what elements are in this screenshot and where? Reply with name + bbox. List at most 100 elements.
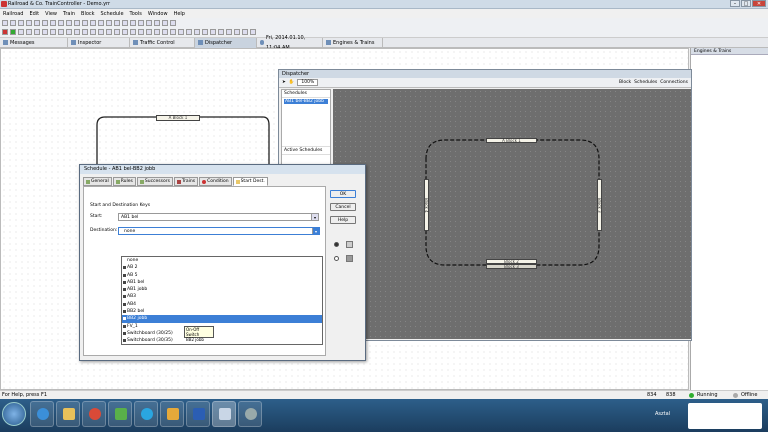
chevron-down-icon[interactable]: ▾	[311, 214, 318, 220]
tool-icon[interactable]	[10, 20, 16, 26]
chrome-icon[interactable]	[82, 401, 106, 427]
maximize-button[interactable]: □	[741, 0, 751, 7]
dropdown-option[interactable]: FV_1	[122, 323, 322, 330]
menu-tools[interactable]: Tools	[130, 11, 142, 17]
tool-icon[interactable]	[154, 20, 160, 26]
dropdown-option[interactable]: Switchboard (30/35)	[122, 337, 322, 344]
tool-icon[interactable]	[98, 29, 104, 35]
tool-icon[interactable]	[34, 29, 40, 35]
menu-schedule[interactable]: Schedule	[101, 11, 124, 17]
tool-icon[interactable]	[106, 20, 112, 26]
tool-icon[interactable]	[138, 20, 144, 26]
tool-icon[interactable]	[178, 29, 184, 35]
tool-icon[interactable]	[122, 29, 128, 35]
tool-icon[interactable]	[42, 20, 48, 26]
tool-icon[interactable]	[146, 20, 152, 26]
tool-icon[interactable]	[114, 29, 120, 35]
tool-icon[interactable]	[50, 29, 56, 35]
tool-icon[interactable]	[106, 29, 112, 35]
menu-railroad[interactable]: Railroad	[3, 11, 23, 17]
tool-icon[interactable]	[218, 29, 224, 35]
hand-icon[interactable]: ✋	[289, 80, 295, 85]
switchboard-block-a1[interactable]: A Block 1	[156, 115, 200, 121]
tab-inspector[interactable]: Inspector	[68, 37, 130, 48]
tool-icon[interactable]	[122, 20, 128, 26]
close-button[interactable]: ✕	[752, 0, 766, 7]
toolbar-block[interactable]: Block	[619, 80, 631, 85]
tool-icon[interactable]	[130, 29, 136, 35]
misc-icon[interactable]	[238, 401, 262, 427]
tool-icon[interactable]	[58, 29, 64, 35]
media-icon[interactable]	[108, 401, 132, 427]
ie-icon[interactable]	[30, 401, 54, 427]
tool-icon[interactable]	[50, 20, 56, 26]
dialog-tab-successors[interactable]: Successors	[136, 177, 173, 186]
start-button[interactable]	[2, 402, 26, 426]
chevron-down-icon[interactable]: ▾	[312, 228, 319, 234]
tab-dispatcher[interactable]: Dispatcher	[195, 37, 257, 48]
dispatcher-block-top[interactable]: A Block 1	[486, 138, 537, 143]
tool-icon[interactable]	[154, 29, 160, 35]
tool-icon[interactable]	[2, 20, 8, 26]
toolbar-connections[interactable]: Connections	[660, 80, 688, 85]
dropdown-option[interactable]: AB 5	[122, 272, 322, 279]
radio-button[interactable]	[334, 242, 339, 247]
tool-icon[interactable]	[138, 29, 144, 35]
outlook-icon[interactable]	[160, 401, 184, 427]
schedule-item[interactable]: AB1 bel-BB2 jobb	[284, 99, 328, 104]
tab-engines-trains[interactable]: Engines & Trains	[323, 37, 383, 48]
tool-icon[interactable]	[66, 29, 72, 35]
tool-icon[interactable]	[202, 29, 208, 35]
dropdown-option[interactable]: AB 2	[122, 264, 322, 271]
menu-edit[interactable]: Edit	[29, 11, 39, 17]
tool-icon[interactable]	[186, 29, 192, 35]
dialog-tab-general[interactable]: General	[83, 177, 112, 186]
dialog-tab-start-dest[interactable]: Start Dest.	[232, 177, 268, 186]
menu-train[interactable]: Train	[63, 11, 75, 17]
tool-icon[interactable]	[242, 29, 248, 35]
tool-icon[interactable]	[210, 29, 216, 35]
tool-icon[interactable]	[58, 20, 64, 26]
tool-icon[interactable]	[18, 20, 24, 26]
tool-icon[interactable]	[170, 20, 176, 26]
dropdown-option-selected[interactable]: BB2 jobb	[122, 315, 322, 323]
dropdown-option[interactable]: AB1 bel	[122, 279, 322, 286]
tool-icon[interactable]	[66, 20, 72, 26]
dialog-tab-trains[interactable]: Trains	[173, 177, 199, 186]
tool-icon[interactable]	[74, 29, 80, 35]
dialog-tab-condition[interactable]: Condition	[199, 177, 232, 186]
dialog-tab-rules[interactable]: Rules	[112, 177, 136, 186]
tool-icon[interactable]	[82, 29, 88, 35]
tool-icon[interactable]	[34, 20, 40, 26]
tool-icon[interactable]	[194, 29, 200, 35]
tool-icon[interactable]	[130, 20, 136, 26]
dropdown-option[interactable]: Switchboard (30/25)	[122, 330, 322, 337]
tool-icon[interactable]	[82, 20, 88, 26]
dispatcher-canvas[interactable]: A Block 1 Block 4 Block 3 Block 2 Block …	[333, 89, 691, 339]
help-button[interactable]: Help	[330, 216, 356, 224]
stop-icon[interactable]	[2, 29, 8, 35]
tab-messages[interactable]: Messages	[0, 37, 68, 48]
tool-icon[interactable]	[162, 20, 168, 26]
tool-icon[interactable]	[26, 29, 32, 35]
pointer-icon[interactable]: ➤	[282, 80, 286, 85]
menu-help[interactable]: Help	[174, 11, 185, 17]
skype-icon[interactable]	[134, 401, 158, 427]
radio-button[interactable]	[334, 256, 339, 261]
ok-button[interactable]: OK	[330, 190, 356, 198]
tool-icon[interactable]	[226, 29, 232, 35]
tool-icon[interactable]	[170, 29, 176, 35]
menu-view[interactable]: View	[45, 11, 57, 17]
dispatcher-block-right[interactable]: Block 3	[597, 179, 602, 231]
start-combo[interactable]: AB1 bel ▾	[118, 213, 319, 221]
tool-icon[interactable]	[234, 29, 240, 35]
tool-icon[interactable]	[90, 20, 96, 26]
tool-icon[interactable]	[146, 29, 152, 35]
dropdown-option[interactable]: AB3	[122, 293, 322, 300]
zoom-select[interactable]: 100%	[297, 79, 319, 86]
dropdown-option[interactable]: AB1 jobb	[122, 286, 322, 293]
tool-icon[interactable]	[162, 29, 168, 35]
dropdown-option[interactable]: AB4	[122, 301, 322, 308]
menu-window[interactable]: Window	[148, 11, 168, 17]
toolbar-schedules[interactable]: Schedules	[634, 80, 657, 85]
